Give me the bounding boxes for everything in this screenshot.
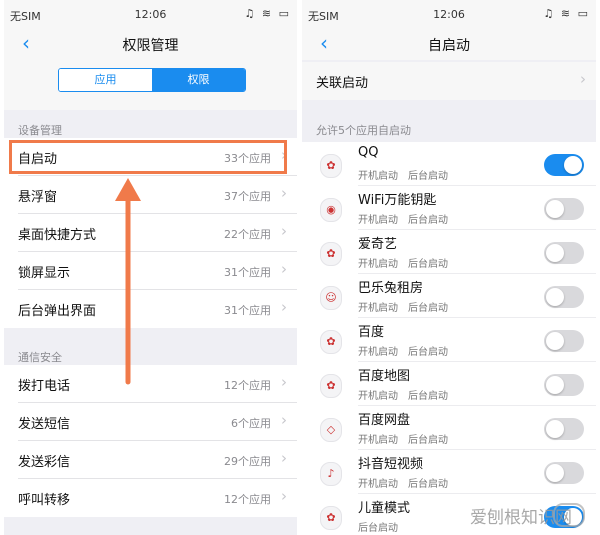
permission-label: 开机启动 — [358, 435, 398, 446]
app-row: ♪ 抖音短视频开机启动 后台启动 — [302, 450, 596, 494]
app-row: ☺ 巴乐兔租房开机启动 后台启动 — [302, 274, 596, 318]
permission-label: 后台启动 — [408, 259, 448, 270]
chevron-right-icon: › — [580, 70, 586, 88]
app-permissions: 开机启动 后台启动 — [358, 255, 458, 270]
app-name: 百度地图 — [358, 369, 411, 384]
permission-label: 后台启动 — [408, 347, 448, 358]
toggle-knob — [546, 332, 564, 350]
app-permissions: 开机启动 后台启动 — [358, 299, 458, 314]
toggle-knob — [546, 464, 564, 482]
app-name: 儿童模式 — [358, 501, 411, 516]
app-icon: ♪ — [320, 462, 342, 486]
app-icon: ☺ — [320, 286, 342, 310]
permission-label: 开机启动 — [358, 479, 398, 490]
toggle-knob — [564, 156, 582, 174]
toggle-knob — [546, 288, 564, 306]
app-name: 百度 — [358, 325, 385, 340]
app-row: ✿ QQ 开机启动 后台启动 — [302, 142, 596, 186]
autostart-toggle[interactable] — [544, 286, 584, 308]
app-row: ✿ 爱奇艺开机启动 后台启动 — [302, 230, 596, 274]
page-title: 自启动 — [428, 38, 470, 54]
autostart-toggle[interactable] — [544, 154, 584, 176]
app-permissions: 开机启动 后台启动 — [358, 167, 458, 182]
app-permissions: 开机启动 后台启动 — [358, 387, 458, 402]
status-bar: 无SIM 12:06 ♫ ≋ ▭ — [302, 0, 596, 28]
app-permissions: 开机启动 后台启动 — [358, 431, 458, 446]
toggle-knob — [546, 244, 564, 262]
permission-label: 后台启动 — [408, 435, 448, 446]
list-item-label: 关联启动 — [316, 76, 369, 91]
autostart-toggle[interactable] — [544, 330, 584, 352]
watermark-logo-icon — [553, 503, 585, 527]
autostart-screen: 无SIM 12:06 ♫ ≋ ▭ ‹ 自启动 关联启动 › 允许5个应用自启动 … — [302, 0, 596, 535]
app-row: ✿ 百度地图开机启动 后台启动 — [302, 362, 596, 406]
app-icon: ✿ — [320, 330, 342, 354]
app-row: ✿ 百度开机启动 后台启动 — [302, 318, 596, 362]
permission-label: 后台启动 — [358, 523, 398, 534]
app-icon: ◇ — [320, 418, 342, 442]
app-icon: ✿ — [320, 374, 342, 398]
permission-label: 开机启动 — [358, 303, 398, 314]
app-name: 百度网盘 — [358, 413, 411, 428]
app-name: 爱奇艺 — [358, 237, 398, 252]
autostart-toggle[interactable] — [544, 374, 584, 396]
app-permissions: 开机启动 后台启动 — [358, 211, 458, 226]
permission-label: 后台启动 — [408, 303, 448, 314]
app-icon: ✿ — [320, 506, 342, 530]
permission-management-screen: 无SIM 12:06 ♫ ≋ ▭ ‹ 权限管理 应用 权限 设备管理 自启动 3… — [4, 0, 297, 535]
annotation-arrow-icon — [115, 178, 141, 385]
app-name: 抖音短视频 — [358, 457, 424, 472]
app-permissions: 后台启动 — [358, 519, 408, 534]
autostart-toggle[interactable] — [544, 242, 584, 264]
permission-label: 后台启动 — [408, 171, 448, 182]
app-row: ◇ 百度网盘开机启动 后台启动 — [302, 406, 596, 450]
autostart-toggle[interactable] — [544, 198, 584, 220]
app-name: QQ — [358, 145, 379, 160]
permission-label: 后台启动 — [408, 215, 448, 226]
app-row: ◉ WiFi万能钥匙开机启动 后台启动 — [302, 186, 596, 230]
app-name: 巴乐兔租房 — [358, 281, 424, 296]
app-icon: ◉ — [320, 198, 342, 222]
toggle-knob — [546, 420, 564, 438]
app-permissions: 开机启动 后台启动 — [358, 343, 458, 358]
permission-label: 开机启动 — [358, 259, 398, 270]
permission-label: 开机启动 — [358, 171, 398, 182]
autostart-toggle[interactable] — [544, 418, 584, 440]
app-list: ✿ QQ 开机启动 后台启动 ◉ WiFi万能钥匙 开机启动 后台启动 ✿ 爱奇艺 开机启动 后台启动… — [302, 142, 596, 535]
permission-label: 开机启动 — [358, 391, 398, 402]
app-permissions: 开机启动 后台启动 — [358, 475, 458, 490]
autostart-toggle[interactable] — [544, 462, 584, 484]
status-icons: ♫ ≋ ▭ — [543, 7, 590, 20]
toggle-knob — [546, 200, 564, 218]
nav-bar: ‹ 自启动 — [302, 28, 596, 60]
app-name: WiFi万能钥匙 — [358, 193, 437, 208]
permission-label: 开机启动 — [358, 347, 398, 358]
permission-label: 后台启动 — [408, 391, 448, 402]
permission-label: 开机启动 — [358, 215, 398, 226]
toggle-knob — [546, 376, 564, 394]
app-icon: ✿ — [320, 242, 342, 266]
list-item-linked-start[interactable]: 关联启动 › — [302, 62, 596, 100]
section-header-allowed: 允许5个应用自启动 — [316, 124, 411, 137]
permission-label: 后台启动 — [408, 479, 448, 490]
app-icon: ✿ — [320, 154, 342, 178]
